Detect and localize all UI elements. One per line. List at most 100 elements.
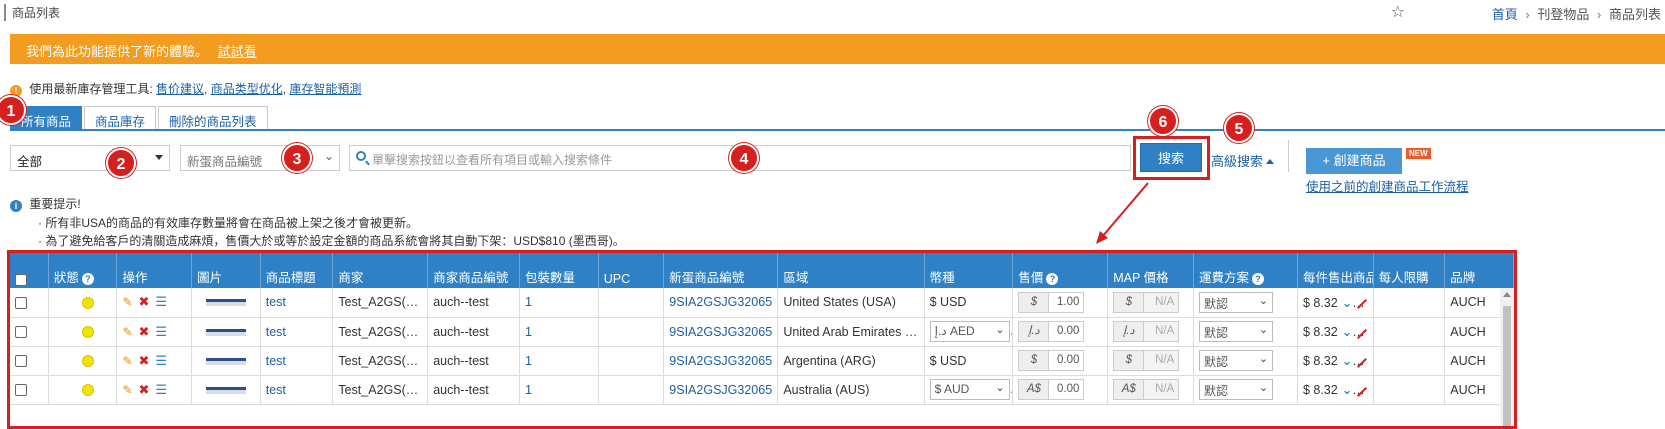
price-cell: $0.00 [1012,346,1109,376]
price-input[interactable]: $1.00 [1018,291,1085,313]
inventory-forecast-link[interactable]: 庫存智能預測 [289,82,361,96]
currency-cell: د.إ AED ⌄ [924,317,1014,347]
previous-create-flow-link[interactable]: 使用之前的創建商品工作流程 [1306,176,1469,195]
seller-cell: Test_A2GS(A... [332,346,429,376]
upc-cell [598,288,665,318]
tab-inventory[interactable]: 商品庫存 [84,106,157,130]
help-icon[interactable]: ? [1046,273,1059,285]
chevron-down-icon: ⌄ [995,382,1005,394]
delete-icon[interactable]: ✖ [139,353,150,368]
map-price-input: $ N/A [1113,350,1180,371]
item-title-link[interactable]: test [266,383,286,397]
delete-icon[interactable]: ✖ [139,324,150,339]
item-title-link[interactable]: test [266,354,286,368]
divider [1288,140,1289,172]
table-row[interactable]: ✎ ✖ ☰ test Test_A2GS(A... auch--test 1 9SI… [10,288,1514,318]
currency-value: $ AUD [934,382,970,396]
seller-sku-cell: auch--test [427,288,521,318]
search-button[interactable]: 搜索 [1140,143,1202,172]
breadcrumb-listing[interactable]: 刊登物品 [1537,7,1589,22]
shipping-cell: 默認 ⌄ [1193,288,1298,318]
shipping-value: 默認 [1204,384,1229,398]
list-icon[interactable]: ☰ [155,294,167,309]
item-title-link[interactable]: test [266,325,286,339]
row-checkbox[interactable] [15,384,27,397]
item-table: 狀態? 操作 圖片 商品標題 商家 商家商品編號 包裝數量 UPC 新蛋商品編號… [10,253,1514,405]
table-scrollbar[interactable] [1500,288,1514,426]
star-icon[interactable]: ☆ [1391,2,1405,22]
currency-select[interactable]: د.إ AED ⌄ [929,321,1010,342]
product-thumbnail[interactable] [206,328,247,336]
currency-select[interactable]: $ AUD ⌄ [929,379,1010,400]
col-status[interactable]: 狀態? [48,253,118,288]
row-checkbox[interactable] [15,355,27,368]
tab-deleted-items[interactable]: 刪除的商品列表 [158,106,268,130]
delete-icon[interactable]: ✖ [139,382,150,397]
price-value: 0.00 [1057,383,1080,395]
help-icon[interactable]: ? [1252,273,1265,285]
try-it-link[interactable]: 試試看 [218,44,257,59]
pack-qty-link[interactable]: 1 [525,383,532,397]
chevron-down-icon[interactable]: ⌄ [1342,296,1352,310]
fee-cell: $ 8.32 ⌄ [1297,288,1374,318]
price-input[interactable]: د.إ 0.00 [1018,321,1085,342]
pack-qty-link[interactable]: 1 [525,325,532,339]
chevron-down-icon[interactable]: ⌄ [1342,354,1352,368]
shipping-select[interactable]: 默認 ⌄ [1199,350,1274,371]
list-icon[interactable]: ☰ [155,324,167,339]
price-suggestion-link[interactable]: 售价建议 [156,82,204,96]
currency-value: د.إ AED [934,324,975,338]
seller-cell: Test_A2GS(A... [332,317,429,347]
currency-cell: $ USD [924,346,1014,376]
image-cell [191,346,261,376]
row-checkbox[interactable] [15,296,27,309]
chevron-down-icon[interactable]: ⌄ [1342,325,1352,339]
scrollbar-thumb[interactable] [1503,306,1511,426]
list-icon[interactable]: ☰ [155,353,167,368]
select-all-checkbox[interactable] [15,273,27,286]
newegg-item-link[interactable]: 9SIA2GSJG32065 [669,354,772,368]
col-price[interactable]: 售價? [1012,253,1109,288]
table-row[interactable]: ✎ ✖ ☰ test Test_A2GS(A... auch--test 1 9SI… [10,346,1514,376]
chevron-down-icon[interactable]: ⌄ [1342,383,1352,397]
edit-icon[interactable]: ✎ [122,325,132,339]
newegg-item-link[interactable]: 9SIA2GSJG32065 [669,383,772,397]
seller-sku-cell: auch--test [427,317,521,347]
table-row[interactable]: ✎ ✖ ☰ test Test_A2GS(A... auch--test 1 9SI… [10,375,1514,405]
edit-icon[interactable]: ✎ [122,354,132,368]
table-row[interactable]: ✎ ✖ ☰ test Test_A2GS(A... auch--test 1 9SI… [10,317,1514,347]
newegg-item-link[interactable]: 9SIA2GSJG32065 [669,295,772,309]
product-thumbnail[interactable] [206,299,247,307]
notice-line: · 為了避免給客戶的清關造成麻煩，售價大於或等於設定金額的商品系統會將其自動下架… [38,234,625,248]
delete-icon[interactable]: ✖ [139,294,150,309]
row-checkbox[interactable] [15,326,27,339]
edit-icon[interactable]: ✎ [122,295,132,309]
shipping-select[interactable]: 默認 ⌄ [1199,379,1274,400]
pack-qty-link[interactable]: 1 [525,295,532,309]
price-input[interactable]: A$ 0.00 [1018,379,1085,400]
map-currency-symbol: $ [1114,292,1145,312]
item-title-link[interactable]: test [266,295,286,309]
col-shipping[interactable]: 運費方案? [1193,253,1298,288]
scroll-up-arrow[interactable] [1503,292,1511,297]
price-currency-symbol: د.إ [1019,322,1050,341]
price-currency-symbol: $ [1019,292,1050,312]
newegg-item-link[interactable]: 9SIA2GSJG32065 [669,325,772,339]
product-thumbnail[interactable] [206,386,247,394]
product-thumbnail[interactable] [206,357,247,365]
category-optimize-link[interactable]: 商品类型优化 [211,82,283,96]
create-item-button[interactable]: + 創建商品 [1306,148,1402,174]
breadcrumb-home[interactable]: 首頁 [1492,7,1518,22]
advanced-search-toggle[interactable]: 高級搜索 [1211,151,1275,170]
help-icon[interactable]: ? [81,273,94,285]
search-field-select[interactable]: 新蛋商品編號 ⌄ [180,145,340,171]
list-icon[interactable]: ☰ [155,382,167,397]
shipping-select[interactable]: 默認 ⌄ [1199,291,1274,313]
edit-icon[interactable]: ✎ [122,383,132,397]
scope-select[interactable]: 全部 [10,145,170,171]
limit-cell [1373,317,1446,347]
shipping-cell: 默認 ⌄ [1193,375,1298,405]
price-input[interactable]: $0.00 [1018,350,1085,371]
shipping-select[interactable]: 默認 ⌄ [1199,321,1274,342]
pack-qty-link[interactable]: 1 [525,354,532,368]
